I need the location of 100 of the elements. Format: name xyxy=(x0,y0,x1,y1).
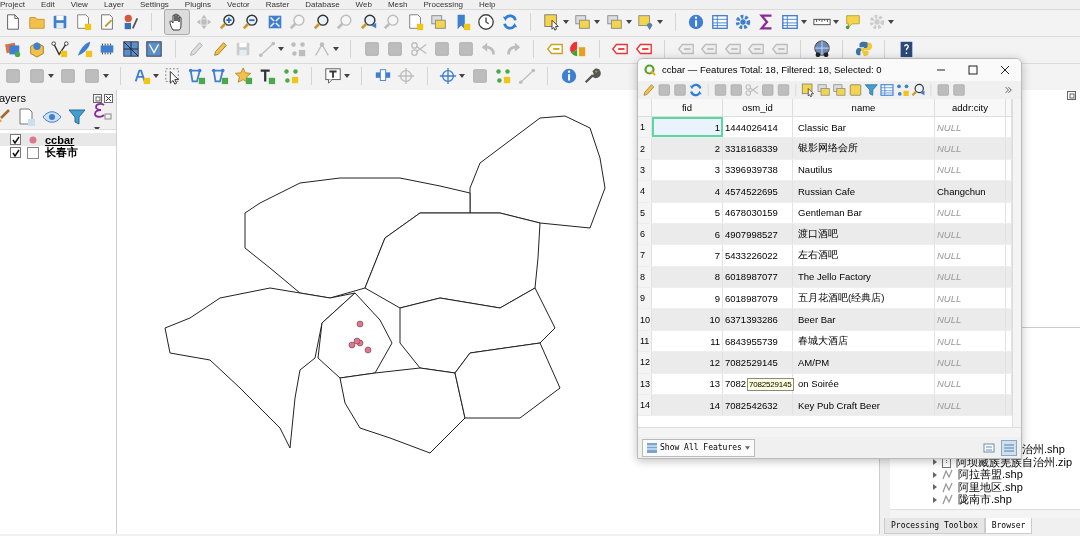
menu-item[interactable]: View xyxy=(70,0,88,9)
python-icon[interactable] xyxy=(854,40,873,58)
stacked-squares-icon[interactable] xyxy=(816,82,832,98)
clock-icon[interactable] xyxy=(477,13,495,31)
stacked-squares-icon[interactable] xyxy=(832,82,848,98)
menu-item[interactable]: Help xyxy=(479,0,496,9)
page-icon[interactable] xyxy=(406,13,425,31)
row-number[interactable]: 1 xyxy=(638,116,652,138)
caret-icon[interactable] xyxy=(343,74,350,78)
layer-name[interactable]: 长春市 xyxy=(45,145,78,160)
column-header[interactable]: fid xyxy=(652,98,723,116)
polygon-icon[interactable] xyxy=(187,67,206,85)
menu-item[interactable]: Settings xyxy=(139,0,169,9)
points-icon[interactable] xyxy=(494,67,512,85)
magnifier-icon[interactable] xyxy=(312,13,331,31)
menu-item[interactable]: Raster xyxy=(265,0,290,9)
new-file-icon[interactable] xyxy=(4,13,22,31)
row-number[interactable]: 5 xyxy=(638,202,652,223)
close-icon[interactable] xyxy=(104,93,113,103)
cursor-icon[interactable] xyxy=(164,67,182,85)
menu-item[interactable]: Mesh xyxy=(387,0,408,9)
refresh-icon[interactable] xyxy=(688,82,704,98)
select-icon[interactable] xyxy=(542,13,561,31)
table-icon[interactable] xyxy=(781,13,799,31)
caret-icon[interactable] xyxy=(625,20,632,24)
points-icon[interactable] xyxy=(281,67,300,85)
close-icon[interactable] xyxy=(1000,64,1010,75)
epsilon-icon[interactable] xyxy=(92,101,112,121)
speech-bubble-icon[interactable] xyxy=(844,13,862,31)
menu-item[interactable]: Plugins xyxy=(184,0,212,9)
row-number[interactable]: 9 xyxy=(638,288,652,309)
checkbox[interactable] xyxy=(10,134,21,145)
stacked-squares-icon[interactable] xyxy=(430,13,448,31)
caret-icon[interactable] xyxy=(801,20,807,24)
star-icon[interactable] xyxy=(234,67,253,85)
row-number[interactable]: 12 xyxy=(638,352,652,373)
zoom-out-icon[interactable] xyxy=(242,13,260,31)
vertex-icon[interactable] xyxy=(51,40,69,58)
caret-icon[interactable] xyxy=(887,20,894,24)
filter-icon[interactable] xyxy=(67,107,87,127)
table-view-icon[interactable] xyxy=(1001,439,1017,456)
caret-icon[interactable] xyxy=(459,74,465,78)
caret-icon[interactable] xyxy=(102,74,109,78)
square-icon[interactable] xyxy=(848,82,863,98)
layer-name[interactable]: ccbar xyxy=(45,133,75,146)
horizontal-scrollbar[interactable] xyxy=(638,427,1021,438)
row-number[interactable]: 11 xyxy=(638,330,652,352)
menu-item[interactable]: Edit xyxy=(40,0,55,9)
caret-icon[interactable] xyxy=(594,20,600,24)
label-icon[interactable] xyxy=(132,67,151,85)
panel-tab[interactable]: Browser xyxy=(984,518,1033,534)
text-bubble-icon[interactable] xyxy=(323,67,342,85)
row-number[interactable]: 4 xyxy=(638,181,652,202)
maximize-icon[interactable] xyxy=(968,64,978,75)
caret-icon[interactable] xyxy=(277,47,284,51)
row-number[interactable]: 3 xyxy=(638,159,652,181)
filter-button[interactable]: Show All Features xyxy=(642,438,755,457)
float-icon[interactable] xyxy=(93,93,102,103)
page-icon[interactable] xyxy=(74,13,93,31)
row-number[interactable]: 10 xyxy=(638,309,652,330)
menu-item[interactable]: Database xyxy=(305,0,340,9)
document-icon[interactable] xyxy=(98,13,116,31)
menu-item[interactable]: Vector xyxy=(227,0,250,9)
node-icon[interactable] xyxy=(312,40,331,58)
magnifier-icon[interactable] xyxy=(911,82,926,98)
float-icon[interactable] xyxy=(1067,91,1076,100)
row-number[interactable]: 6 xyxy=(638,223,652,245)
caret-icon[interactable] xyxy=(332,47,339,51)
menu-item[interactable]: Layer xyxy=(103,0,124,9)
globe-icon[interactable] xyxy=(812,40,831,58)
caret-icon[interactable] xyxy=(832,20,839,24)
gear-icon[interactable] xyxy=(734,13,752,31)
polygon-icon[interactable] xyxy=(211,67,229,85)
column-header[interactable]: name xyxy=(793,98,935,116)
column-header[interactable]: osm_id xyxy=(723,98,793,116)
save-icon[interactable] xyxy=(51,13,69,31)
row-number[interactable]: 13 xyxy=(638,373,652,394)
checkbox[interactable] xyxy=(10,147,21,158)
menu-item[interactable]: Processing xyxy=(423,0,464,9)
file-name[interactable]: 陇南市.shp xyxy=(958,492,1012,508)
horizontal-scrollbar[interactable] xyxy=(890,509,1080,518)
caret-icon[interactable] xyxy=(47,74,54,78)
table-icon[interactable] xyxy=(710,13,729,31)
magnifier-icon[interactable] xyxy=(359,13,378,31)
row-number[interactable]: 8 xyxy=(638,266,652,288)
info-icon[interactable] xyxy=(687,13,705,31)
info-icon[interactable] xyxy=(559,67,578,85)
zoom-in-icon[interactable] xyxy=(218,13,237,31)
grid-icon[interactable] xyxy=(121,40,140,58)
row-number[interactable]: 2 xyxy=(638,138,652,159)
row-number[interactable]: 7 xyxy=(638,245,652,266)
menu-item[interactable]: Project xyxy=(0,0,25,9)
refresh-icon[interactable] xyxy=(500,13,519,31)
row-number[interactable]: 14 xyxy=(638,395,652,416)
column-header[interactable]: addr:city xyxy=(935,98,1006,116)
chart-icon[interactable] xyxy=(569,40,587,58)
points-icon[interactable] xyxy=(895,82,911,98)
menu-item[interactable]: Web xyxy=(355,0,372,9)
caret-icon[interactable] xyxy=(657,20,663,24)
file-name[interactable]: 治州.shp xyxy=(1022,442,1065,458)
